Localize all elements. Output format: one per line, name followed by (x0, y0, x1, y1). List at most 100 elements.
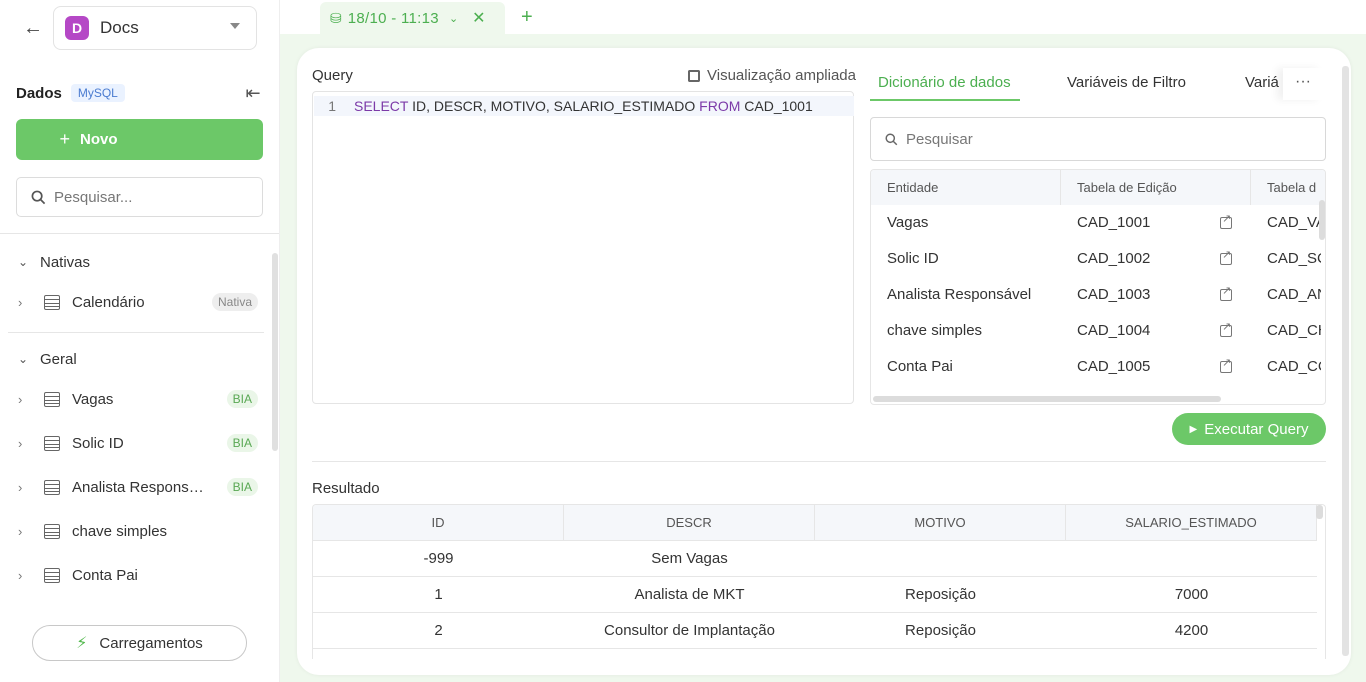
tree-item-label: Analista Responsável (72, 478, 212, 496)
column-header-descr[interactable]: DESCR (564, 505, 815, 541)
horizontal-scrollbar[interactable] (873, 396, 1221, 402)
cell-tabela-edicao: CAD_1002 (1077, 250, 1151, 267)
vertical-scrollbar[interactable] (1316, 505, 1323, 519)
entity-tree: ⌄ Nativas › Calendário Nativa ⌄ Geral › … (0, 244, 272, 610)
tree-item-vagas[interactable]: › Vagas BIA (18, 384, 260, 414)
external-link-icon[interactable] (1220, 248, 1232, 265)
table-row[interactable]: -999 Sem Vagas (313, 541, 1317, 577)
table-icon (44, 435, 60, 451)
new-button[interactable]: + Novo (16, 119, 263, 160)
table-row[interactable]: Solic ID CAD_1002 CAD_SC (871, 241, 1321, 277)
cell-descr: Consultor de Implantação (604, 622, 775, 639)
column-header-motivo[interactable]: MOTIVO (815, 505, 1066, 541)
cell-id: 2 (434, 622, 443, 639)
tab-variaveis[interactable]: Variá (1245, 74, 1279, 91)
divider (312, 461, 1326, 462)
vertical-scrollbar[interactable] (1319, 200, 1325, 240)
result-label: Resultado (312, 480, 380, 497)
table-row[interactable]: Vagas CAD_1001 CAD_VA (871, 205, 1321, 241)
more-tabs-button[interactable]: ··· (1283, 68, 1323, 100)
query-label: Query (312, 67, 353, 84)
cell-tabela: CAD_SC (1267, 250, 1321, 267)
play-icon: ▶ (1189, 423, 1198, 435)
external-link-icon[interactable] (1220, 212, 1232, 229)
cell-motivo: Reposição (905, 586, 976, 603)
table-row[interactable]: 2 Consultor de Implantação Reposição 420… (313, 613, 1317, 649)
chevron-right-icon: › (18, 523, 23, 539)
sql-editor[interactable]: 1 SELECT ID, DESCR, MOTIVO, SALARIO_ESTI… (312, 91, 854, 404)
group-label: Nativas (40, 253, 91, 271)
table-icon (44, 479, 60, 495)
dictionary-search-input[interactable] (906, 130, 1286, 148)
dictionary-search[interactable] (870, 117, 1326, 161)
tree-item-conta-pai[interactable]: › Conta Pai (18, 560, 260, 590)
result-table: ID DESCR MOTIVO SALARIO_ESTIMADO -999 Se… (312, 504, 1326, 659)
sql-code[interactable]: SELECT ID, DESCR, MOTIVO, SALARIO_ESTIMA… (354, 98, 813, 114)
cell-id: 1 (434, 586, 443, 603)
tree-item-solic-id[interactable]: › Solic ID BIA (18, 428, 260, 458)
nativa-badge: Nativa (211, 293, 258, 311)
chevron-down-icon: ⌄ (18, 255, 29, 269)
cell-salario (1066, 541, 1317, 577)
tree-item-chave-simples[interactable]: › chave simples (18, 516, 260, 546)
sql-columns: ID, DESCR, MOTIVO, SALARIO_ESTIMADO (408, 98, 700, 114)
back-arrow-icon[interactable]: ← (22, 17, 44, 39)
add-tab-icon[interactable]: + (521, 6, 533, 29)
collapse-sidebar-icon[interactable]: ⇤ (242, 82, 264, 104)
close-icon[interactable]: ✕ (472, 8, 485, 28)
cell-tabela: CAD_AN (1267, 286, 1321, 303)
group-nativas[interactable]: ⌄ Nativas (18, 249, 90, 275)
tab-variaveis-de-filtro[interactable]: Variáveis de Filtro (1067, 74, 1186, 91)
expanded-view-button[interactable]: Visualização ampliada (688, 67, 856, 84)
table-row[interactable]: Analista Responsável CAD_1003 CAD_AN (871, 277, 1321, 313)
tree-item-label: Conta Pai (72, 566, 138, 584)
tree-item-calendario[interactable]: › Calendário Nativa (18, 287, 260, 317)
table-row[interactable]: Conta Pai CAD_1005 CAD_CC (871, 349, 1321, 385)
dados-label: Dados (16, 84, 62, 102)
sidebar-search[interactable] (16, 177, 263, 217)
table-icon (44, 391, 60, 407)
tree-item-analista-responsavel[interactable]: › Analista Responsável BIA (18, 472, 260, 502)
carregamentos-button[interactable]: ⚡ Carregamentos (32, 625, 247, 661)
right-panel-tabs: Dicionário de dados Variáveis de Filtro … (870, 66, 1280, 102)
execute-query-label: Executar Query (1204, 420, 1309, 438)
column-header-salario[interactable]: SALARIO_ESTIMADO (1066, 505, 1317, 541)
chevron-right-icon: › (18, 435, 23, 451)
app-switcher[interactable]: D Docs (53, 6, 257, 50)
cell-entidade: Analista Responsável (887, 286, 1032, 303)
execute-query-button[interactable]: ▶ Executar Query (1172, 413, 1326, 445)
divider (8, 332, 264, 333)
table-row[interactable]: chave simples CAD_1004 CAD_CH (871, 313, 1321, 349)
cell-tabela: CAD_CH (1267, 322, 1321, 339)
dados-header: Dados MySQL ⇤ (16, 82, 264, 104)
tab-title: 18/10 - 11:13 (347, 9, 439, 27)
tab-dicionario-de-dados[interactable]: Dicionário de dados (878, 74, 1011, 91)
external-link-icon[interactable] (1220, 356, 1232, 373)
query-tab[interactable]: ⛁ 18/10 - 11:13 ⌄ ✕ (320, 2, 505, 34)
external-link-icon[interactable] (1220, 320, 1232, 337)
page-scrollbar[interactable] (1342, 66, 1349, 656)
code-line[interactable]: 1 SELECT ID, DESCR, MOTIVO, SALARIO_ESTI… (314, 96, 854, 116)
column-header-tabela: Tabela d (1267, 180, 1317, 195)
app-name: Docs (100, 18, 139, 37)
bia-badge: BIA (226, 390, 258, 408)
external-link-icon[interactable] (1220, 284, 1232, 301)
cell-salario: 7000 (1174, 586, 1209, 603)
column-header-tabela-edicao: Tabela de Edição (1061, 170, 1251, 205)
sidebar-scrollbar[interactable] (272, 253, 278, 451)
database-search-icon: ⛁ (330, 9, 342, 26)
group-geral[interactable]: ⌄ Geral (18, 346, 77, 372)
cell-tabela-edicao: CAD_1004 (1077, 322, 1151, 339)
table-row[interactable]: 1 Analista de MKT Reposição 7000 (313, 577, 1317, 613)
app-badge: D (65, 16, 89, 40)
cell-descr: Analista de MKT (634, 586, 745, 603)
sidebar-search-input[interactable] (54, 188, 234, 206)
cell-entidade: Conta Pai (887, 358, 953, 375)
line-number: 1 (328, 98, 336, 114)
db-type-badge: MySQL (70, 84, 125, 102)
column-header-id[interactable]: ID (313, 505, 564, 541)
cell-descr: Sem Vagas (651, 550, 728, 567)
search-icon (31, 190, 46, 204)
tree-item-label: chave simples (72, 522, 168, 540)
chevron-down-icon[interactable]: ⌄ (449, 12, 458, 25)
